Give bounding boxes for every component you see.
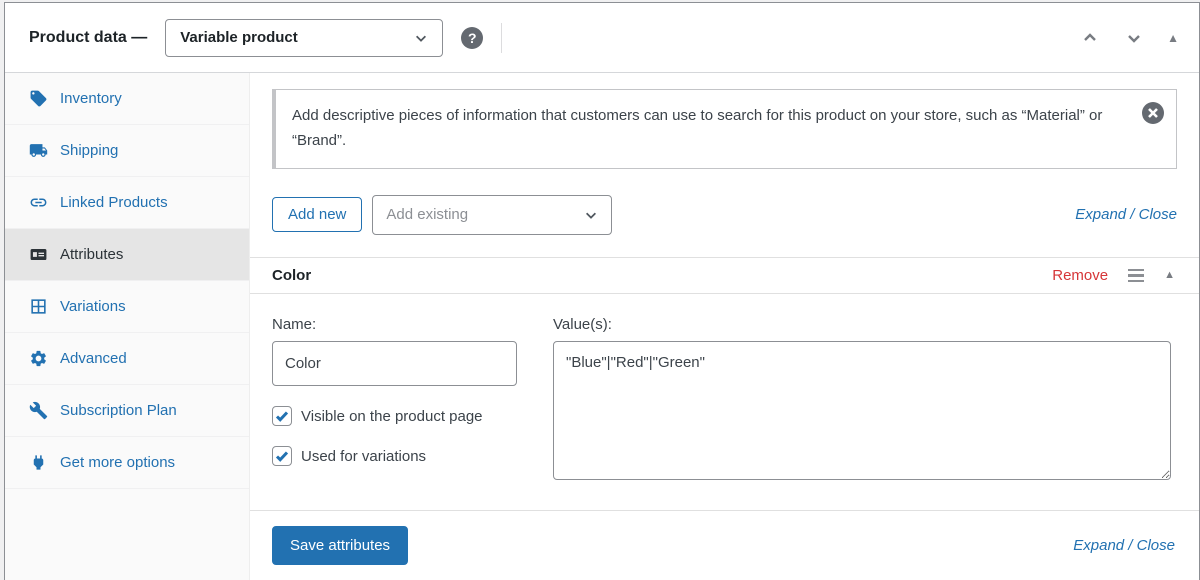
tab-label: Get more options <box>60 454 175 471</box>
chevron-up-icon <box>1082 30 1098 46</box>
add-existing-placeholder: Add existing <box>386 206 468 223</box>
attributes-panel: Add descriptive pieces of information th… <box>250 73 1199 580</box>
tag-icon <box>29 89 48 108</box>
name-label: Name: <box>272 316 517 333</box>
tab-variations[interactable]: Variations <box>5 281 249 333</box>
tab-get-more-options[interactable]: Get more options <box>5 437 249 489</box>
header-controls: ▲ <box>1079 27 1179 49</box>
visible-checkbox[interactable] <box>272 406 292 426</box>
values-label: Value(s): <box>553 316 1171 333</box>
add-existing-select[interactable]: Add existing <box>372 195 612 235</box>
tab-label: Advanced <box>60 350 127 367</box>
gear-icon <box>29 349 48 368</box>
attribute-header-row[interactable]: Color Remove ▲ <box>250 257 1199 295</box>
expand-close-links: Expand / Close <box>1075 206 1177 223</box>
visible-checkbox-row[interactable]: Visible on the product page <box>272 406 517 426</box>
truck-icon <box>29 141 48 160</box>
tab-inventory[interactable]: Inventory <box>5 73 249 125</box>
index-card-icon <box>29 245 48 264</box>
attribute-title: Color <box>272 267 311 284</box>
product-type-value: Variable product <box>180 29 298 46</box>
plug-icon <box>29 453 48 472</box>
variations-checkbox[interactable] <box>272 446 292 466</box>
attributes-info-notice: Add descriptive pieces of information th… <box>272 89 1177 169</box>
expand-link[interactable]: Expand <box>1073 537 1124 554</box>
attribute-content: Name: Visible on the product page Used f… <box>250 294 1199 510</box>
product-data-tabs: Inventory Shipping Linked Products Attri… <box>5 73 250 580</box>
tab-label: Attributes <box>60 246 123 263</box>
save-attributes-button[interactable]: Save attributes <box>272 526 408 565</box>
tab-label: Variations <box>60 298 126 315</box>
checkmark-icon <box>275 409 289 423</box>
product-type-select[interactable]: Variable product <box>165 19 443 57</box>
link-icon <box>29 193 48 212</box>
help-icon[interactable]: ? <box>461 27 483 49</box>
chevron-down-icon <box>584 208 598 222</box>
variations-checkbox-label: Used for variations <box>301 448 426 465</box>
attribute-name-input[interactable] <box>272 341 517 386</box>
panel-body: Inventory Shipping Linked Products Attri… <box>5 73 1199 580</box>
attribute-name-column: Name: Visible on the product page Used f… <box>272 316 517 480</box>
attribute-header-controls: Remove ▲ <box>1052 267 1175 284</box>
expand-close-separator: / <box>1124 537 1137 554</box>
panel-title: Product data — <box>29 29 147 47</box>
notice-text: Add descriptive pieces of information th… <box>292 107 1102 149</box>
variations-checkbox-row[interactable]: Used for variations <box>272 446 517 466</box>
add-new-button[interactable]: Add new <box>272 197 362 232</box>
attributes-footer: Save attributes Expand / Close <box>250 510 1199 580</box>
close-link[interactable]: Close <box>1137 537 1175 554</box>
close-link[interactable]: Close <box>1139 206 1177 223</box>
collapse-panel-toggle[interactable]: ▲ <box>1167 31 1179 45</box>
tab-label: Subscription Plan <box>60 402 177 419</box>
move-down-button[interactable] <box>1123 27 1145 49</box>
close-icon <box>1148 108 1158 118</box>
chevron-down-icon <box>414 31 428 45</box>
product-data-panel: Product data — Variable product ? ▲ Inve… <box>4 2 1200 580</box>
drag-handle-icon[interactable] <box>1128 269 1144 283</box>
expand-close-separator: / <box>1126 206 1139 223</box>
tab-advanced[interactable]: Advanced <box>5 333 249 385</box>
grid-icon <box>29 297 48 316</box>
tab-label: Inventory <box>60 90 122 107</box>
tab-linked-products[interactable]: Linked Products <box>5 177 249 229</box>
attribute-values-textarea[interactable]: "Blue"|"Red"|"Green" <box>553 341 1171 480</box>
move-up-button[interactable] <box>1079 27 1101 49</box>
header-divider <box>501 23 502 53</box>
checkmark-icon <box>275 449 289 463</box>
tab-subscription-plan[interactable]: Subscription Plan <box>5 385 249 437</box>
panel-header: Product data — Variable product ? ▲ <box>5 3 1199 73</box>
expand-close-links: Expand / Close <box>1073 537 1175 554</box>
attribute-values-column: Value(s): "Blue"|"Red"|"Green" <box>553 316 1171 480</box>
collapse-attribute-toggle[interactable]: ▲ <box>1164 269 1175 281</box>
tab-attributes[interactable]: Attributes <box>5 229 249 281</box>
dismiss-notice-button[interactable] <box>1142 102 1164 124</box>
tab-label: Shipping <box>60 142 118 159</box>
attributes-top-area: Add descriptive pieces of information th… <box>250 73 1199 257</box>
expand-link[interactable]: Expand <box>1075 206 1126 223</box>
remove-attribute-link[interactable]: Remove <box>1052 267 1108 284</box>
attributes-toolbar: Add new Add existing Expand / Close <box>272 195 1177 235</box>
chevron-down-icon <box>1126 30 1142 46</box>
tab-shipping[interactable]: Shipping <box>5 125 249 177</box>
tab-label: Linked Products <box>60 194 168 211</box>
wrench-icon <box>29 401 48 420</box>
visible-checkbox-label: Visible on the product page <box>301 408 483 425</box>
